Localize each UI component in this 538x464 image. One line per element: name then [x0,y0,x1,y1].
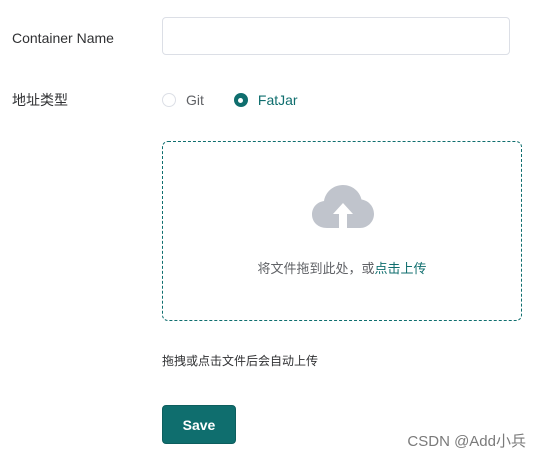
dropzone-instruction: 将文件拖到此处，或 [257,261,375,276]
cloud-upload-icon [312,185,374,228]
upload-tip: 拖拽或点击文件后会自动上传 [162,354,319,368]
radio-fatjar[interactable]: FatJar [233,92,298,108]
radio-circle-icon[interactable] [162,93,176,107]
click-upload-link[interactable]: 点击上传 [375,261,427,276]
address-type-label: 地址类型 [12,92,68,108]
upload-form-page: Container Name 地址类型 Git FatJar 将文件拖到此处，或… [0,0,538,464]
radio-git-label: Git [186,92,204,108]
container-name-label: Container Name [12,30,114,46]
radio-fatjar-label: FatJar [257,92,298,108]
radio-checked-icon[interactable] [233,93,248,107]
radio-git[interactable]: Git [162,92,204,108]
container-name-input[interactable] [162,17,510,55]
dropzone-text: 将文件拖到此处，或点击上传 [163,259,521,279]
watermark: CSDN @Add小兵 [407,433,526,450]
address-type-radio-group: Git FatJar [162,90,328,110]
upload-dropzone[interactable]: 将文件拖到此处，或点击上传 [162,141,522,321]
save-button[interactable]: Save [162,405,236,444]
